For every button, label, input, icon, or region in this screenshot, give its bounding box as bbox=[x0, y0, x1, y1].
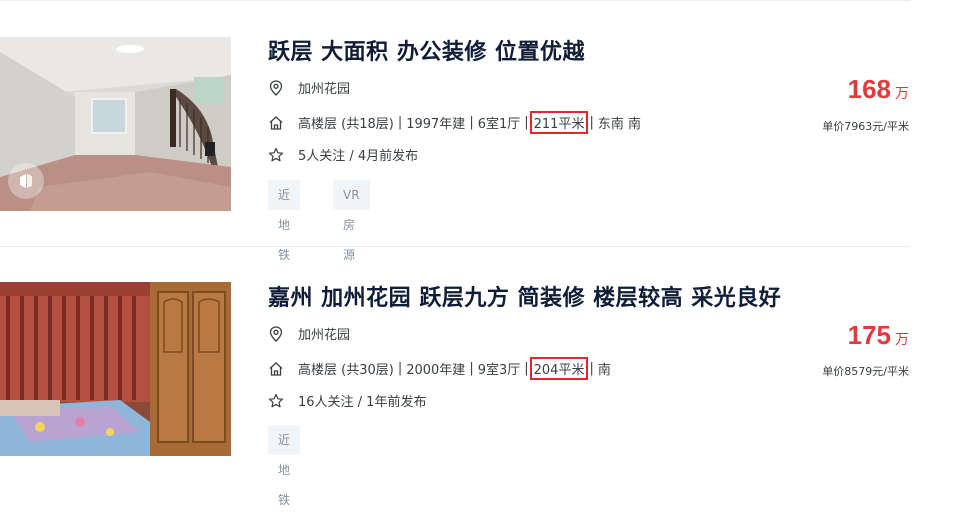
separator: | bbox=[589, 361, 594, 376]
house-info-row: 高楼层 (共18层) | 1997年建 | 6室1厅 | 211平米 | 东南 … bbox=[268, 111, 641, 134]
listing-title[interactable]: 嘉州 加州花园 跃层九方 简装修 楼层较高 采光良好 bbox=[268, 280, 781, 312]
house-info-row: 高楼层 (共30层) | 2000年建 | 9室3厅 | 204平米 | 南 bbox=[268, 357, 611, 380]
unit-price: 单价8579元/平米 bbox=[822, 365, 909, 378]
follow-info: 16人关注 / 1年前发布 bbox=[298, 395, 427, 410]
separator: | bbox=[397, 115, 403, 130]
house-icon bbox=[268, 361, 284, 377]
tag-near-subway: 近地铁 bbox=[268, 425, 301, 507]
follow-row: 16人关注 / 1年前发布 bbox=[268, 391, 426, 410]
orientation: 南 bbox=[597, 363, 611, 378]
room-layout: 6室1厅 bbox=[477, 117, 521, 132]
listing-title[interactable]: 跃层 大面积 办公装修 位置优越 bbox=[268, 34, 585, 66]
listing-card: 跃层 大面积 办公装修 位置优越 加州花园 高楼层 (共18层) | 1997年… bbox=[0, 0, 963, 262]
community-link[interactable]: 加州花园 bbox=[298, 324, 350, 343]
community-row: 加州花园 bbox=[268, 78, 350, 97]
location-pin-icon bbox=[268, 325, 284, 342]
star-icon bbox=[268, 393, 284, 409]
vr-badge-icon[interactable] bbox=[8, 163, 44, 199]
separator: | bbox=[589, 115, 594, 130]
star-icon bbox=[268, 147, 284, 163]
location-pin-icon bbox=[268, 79, 284, 96]
separator: | bbox=[524, 361, 529, 376]
tag-vr: VR房源 bbox=[333, 180, 370, 262]
listing-card: 嘉州 加州花园 跃层九方 简装修 楼层较高 采光良好 加州花园 高楼层 (共30… bbox=[0, 246, 963, 507]
build-year: 2000年建 bbox=[406, 363, 466, 378]
area-highlighted: 211平米 bbox=[529, 111, 589, 134]
listing-photo[interactable] bbox=[0, 282, 231, 456]
price-number: 175 bbox=[847, 320, 891, 350]
floor-info: 高楼层 (共30层) bbox=[298, 363, 394, 378]
follow-info: 5人关注 / 4月前发布 bbox=[298, 149, 419, 164]
separator: | bbox=[397, 361, 403, 376]
separator: | bbox=[469, 361, 474, 376]
tag-near-subway: 近地铁 bbox=[268, 180, 301, 262]
room-photo-image bbox=[0, 282, 231, 456]
total-price: 168 万 bbox=[848, 74, 909, 105]
house-icon bbox=[268, 115, 284, 131]
build-year: 1997年建 bbox=[406, 117, 466, 132]
follow-row: 5人关注 / 4月前发布 bbox=[268, 145, 418, 164]
area-highlighted: 204平米 bbox=[529, 357, 589, 380]
unit-price: 单价7963元/平米 bbox=[822, 120, 909, 133]
listing-photo[interactable] bbox=[0, 37, 231, 211]
community-link[interactable]: 加州花园 bbox=[298, 78, 350, 97]
price-number: 168 bbox=[847, 74, 891, 104]
price-unit: 万 bbox=[895, 332, 909, 348]
separator: | bbox=[469, 115, 474, 130]
price-unit: 万 bbox=[895, 86, 909, 102]
separator: | bbox=[524, 115, 529, 130]
orientation: 东南 南 bbox=[597, 117, 641, 132]
community-row: 加州花园 bbox=[268, 324, 350, 343]
floor-info: 高楼层 (共18层) bbox=[298, 117, 394, 132]
room-layout: 9室3厅 bbox=[477, 363, 521, 378]
total-price: 175 万 bbox=[848, 320, 909, 351]
